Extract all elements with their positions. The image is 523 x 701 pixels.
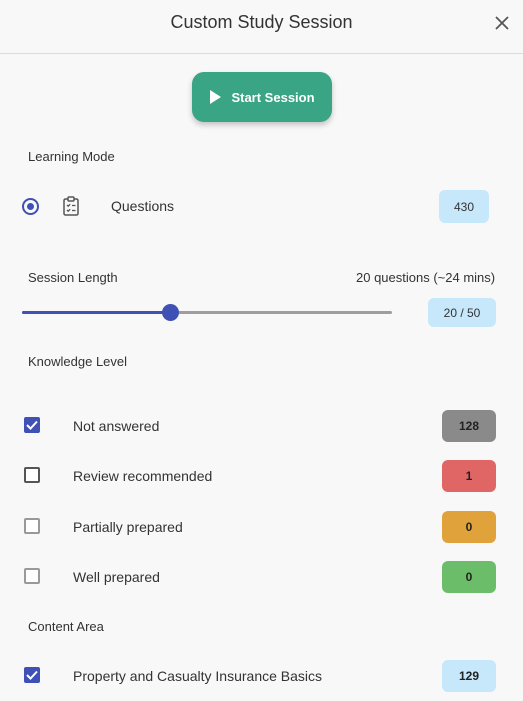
review-recommended-checkbox[interactable] — [24, 467, 40, 483]
well-prepared-count: 0 — [442, 561, 496, 593]
slider-thumb[interactable] — [162, 304, 179, 321]
questions-option-label: Questions — [111, 198, 175, 214]
slider-fill — [22, 311, 170, 314]
partially-prepared-count: 0 — [442, 511, 496, 543]
session-length-slider[interactable] — [22, 304, 392, 321]
clipboard-list-icon — [63, 196, 79, 216]
start-session-label: Start Session — [231, 89, 315, 105]
play-icon — [210, 90, 222, 104]
content-area-label: Content Area — [28, 619, 104, 634]
questions-count-badge: 430 — [439, 190, 489, 223]
start-session-button[interactable]: Start Session — [192, 72, 332, 122]
session-length-value-badge: 20 / 50 — [428, 298, 496, 327]
content-area-count: 129 — [442, 660, 496, 692]
session-length-label: Session Length — [28, 270, 118, 285]
not-answered-checkbox[interactable] — [24, 417, 40, 433]
not-answered-label: Not answered — [73, 418, 160, 434]
review-recommended-label: Review recommended — [73, 468, 213, 484]
dialog-header: Custom Study Session — [0, 0, 523, 54]
not-answered-count: 128 — [442, 410, 496, 442]
review-recommended-count: 1 — [442, 460, 496, 492]
questions-radio[interactable] — [22, 198, 39, 215]
well-prepared-label: Well prepared — [73, 569, 160, 585]
partially-prepared-label: Partially prepared — [73, 519, 183, 535]
partially-prepared-checkbox[interactable] — [24, 518, 40, 534]
close-icon[interactable] — [493, 14, 511, 32]
content-area-item-label: Property and Casualty Insurance Basics — [73, 668, 323, 684]
learning-mode-label: Learning Mode — [28, 149, 115, 164]
knowledge-level-label: Knowledge Level — [28, 354, 128, 369]
well-prepared-checkbox[interactable] — [24, 568, 40, 584]
content-area-checkbox[interactable] — [24, 667, 40, 683]
session-length-summary: 20 questions (~24 mins) — [356, 270, 496, 285]
dialog-title: Custom Study Session — [170, 12, 353, 32]
